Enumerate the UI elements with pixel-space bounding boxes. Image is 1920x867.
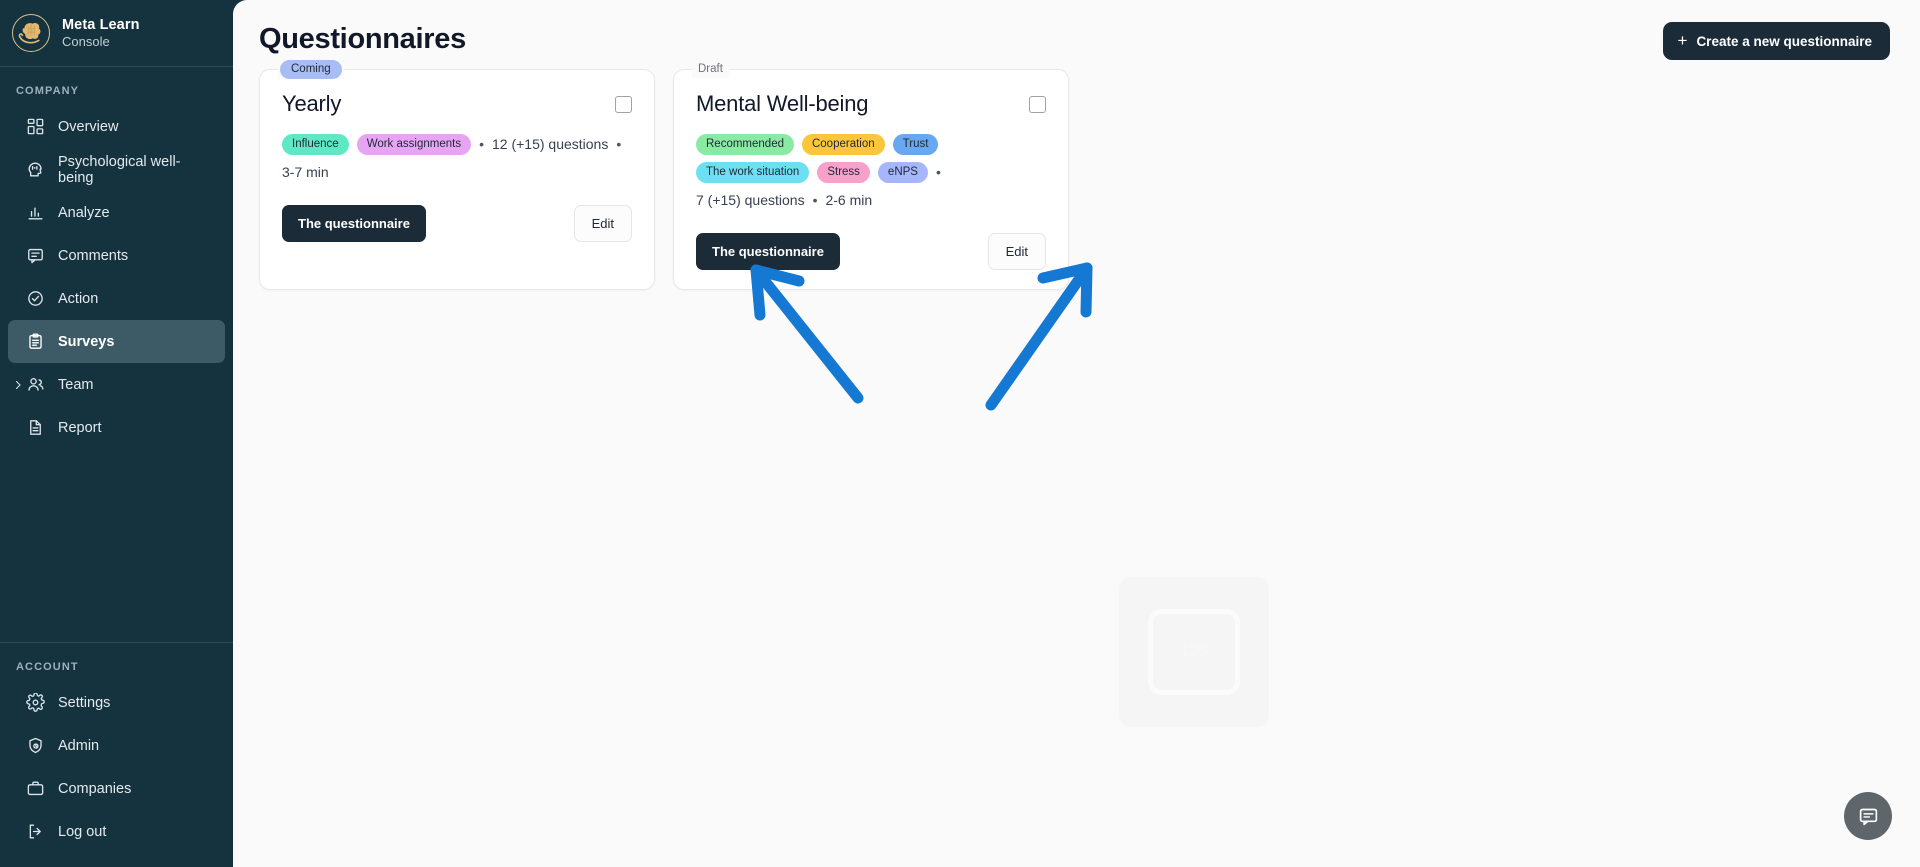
sidebar-section-account: ACCOUNT <box>16 661 79 673</box>
card-status-badge: Coming <box>280 60 342 79</box>
brand-header[interactable]: Meta Learn Console <box>0 0 233 66</box>
card-tag: Trust <box>892 134 939 156</box>
card-select-checkbox[interactable] <box>615 96 632 113</box>
card-actions: The questionnaire Edit <box>282 205 632 243</box>
shield-user-icon <box>25 736 45 756</box>
sidebar-item-report-label: Report <box>58 419 102 436</box>
sidebar-account-section: ACCOUNT Settings Admin Companies Log out <box>0 643 233 867</box>
sidebar-item-settings-label: Settings <box>58 694 111 711</box>
card-tag: Work assignments <box>356 134 472 156</box>
brand-subtitle: Console <box>62 33 110 49</box>
card-header: Yearly <box>282 91 632 116</box>
open-questionnaire-button[interactable]: The questionnaire <box>696 233 840 271</box>
comment-icon <box>25 246 45 266</box>
main-content: Questionnaires + Create a new questionna… <box>233 0 1920 867</box>
card-duration: 2-6 min <box>825 192 873 209</box>
card-meta: Recommended Cooperation Trust The work situ… <box>696 134 1046 211</box>
questionnaire-card-yearly: Coming Yearly Influence Work assignments … <box>259 60 655 291</box>
sidebar-nav-account: Settings Admin Companies Log out <box>0 681 233 853</box>
questionnaire-card-list: Coming Yearly Influence Work assignments … <box>233 60 1920 291</box>
logout-icon <box>25 822 45 842</box>
sidebar-item-settings[interactable]: Settings <box>8 681 225 724</box>
sidebar-item-log-out-label: Log out <box>58 823 107 840</box>
placeholder-text: 125 <box>1180 643 1208 660</box>
brain-in-hand-logo <box>12 14 50 52</box>
card-title: Mental Well-being <box>696 91 869 116</box>
card-duration: 3-7 min <box>282 164 329 181</box>
sidebar: Meta Learn Console COMPANY Overview Psyc… <box>0 0 233 867</box>
meta-separator: • <box>935 164 941 181</box>
sidebar-item-comments-label: Comments <box>58 247 129 264</box>
sidebar-item-comments[interactable]: Comments <box>8 234 225 277</box>
card-legend: Draft <box>692 60 729 78</box>
sidebar-section-company: COMPANY <box>16 85 80 97</box>
sidebar-item-team[interactable]: Team <box>8 363 225 406</box>
image-placeholder-watermark: 125 <box>1119 577 1269 727</box>
sidebar-item-analyze-label: Analyze <box>58 204 110 221</box>
sidebar-item-overview[interactable]: Overview <box>8 105 225 148</box>
card-tag: Influence <box>282 134 349 156</box>
card-tag: eNPS <box>877 162 928 184</box>
card-tag: The work situation <box>696 162 810 184</box>
open-questionnaire-button[interactable]: The questionnaire <box>282 205 426 243</box>
sidebar-item-psychological-well-being-label: Psychological well-being <box>58 153 181 186</box>
card-select-checkbox[interactable] <box>1029 96 1046 113</box>
brand-name: Meta Learn <box>62 16 140 33</box>
document-icon <box>25 418 45 438</box>
gear-icon <box>25 693 45 713</box>
edit-questionnaire-button[interactable]: Edit <box>987 233 1046 271</box>
card-header: Mental Well-being <box>696 91 1046 116</box>
edit-questionnaire-button[interactable]: Edit <box>573 205 632 243</box>
card-actions: The questionnaire Edit <box>696 233 1046 271</box>
check-circle-icon <box>25 289 45 309</box>
users-icon <box>25 375 45 395</box>
sidebar-item-log-out[interactable]: Log out <box>8 810 225 853</box>
sidebar-item-overview-label: Overview <box>58 118 119 135</box>
chevron-right-icon[interactable] <box>11 378 25 392</box>
card-meta: Influence Work assignments • 12 (+15) que… <box>282 134 632 183</box>
sidebar-item-action-label: Action <box>58 290 99 307</box>
sidebar-item-surveys[interactable]: Surveys <box>8 320 225 363</box>
page-toolbar: Questionnaires + Create a new questionna… <box>233 0 1920 60</box>
head-mind-icon <box>25 160 45 180</box>
bar-chart-icon <box>25 203 45 223</box>
sidebar-item-team-label: Team <box>58 376 94 393</box>
card-tag: Cooperation <box>801 134 885 156</box>
grid-icon <box>25 117 45 137</box>
card-status-badge: Draft <box>698 63 723 75</box>
card-tag: Stress <box>817 162 870 184</box>
page-title: Questionnaires <box>259 23 466 55</box>
clipboard-icon <box>25 332 45 352</box>
card-question-count: 12 (+15) questions <box>491 136 609 153</box>
sidebar-nav-company: Overview Psychological well-being Analyz… <box>0 105 233 449</box>
card-tag: Recommended <box>696 134 794 156</box>
sidebar-item-companies-label: Companies <box>58 780 132 797</box>
meta-separator: • <box>812 192 818 209</box>
card-question-count: 7 (+15) questions <box>696 192 805 209</box>
meta-separator: • <box>479 136 484 153</box>
sidebar-item-action[interactable]: Action <box>8 277 225 320</box>
sidebar-item-surveys-label: Surveys <box>58 333 115 350</box>
create-button-label: Create a new questionnaire <box>1696 33 1872 49</box>
card-title: Yearly <box>282 91 342 116</box>
chat-bubble-icon <box>1859 808 1877 825</box>
sidebar-item-admin[interactable]: Admin <box>8 724 225 767</box>
sidebar-item-psychological-well-being[interactable]: Psychological well-being <box>8 148 225 191</box>
briefcase-icon <box>25 779 45 799</box>
sidebar-item-admin-label: Admin <box>58 737 100 754</box>
questionnaire-card-mental-well-being: Draft Mental Well-being Recommended Coope… <box>673 60 1069 291</box>
sidebar-item-report[interactable]: Report <box>8 406 225 449</box>
card-legend: Coming <box>278 60 344 79</box>
sidebar-item-analyze[interactable]: Analyze <box>8 191 225 234</box>
sidebar-item-companies[interactable]: Companies <box>8 767 225 810</box>
chat-bubble-fab[interactable] <box>1844 792 1892 840</box>
create-new-questionnaire-button[interactable]: + Create a new questionnaire <box>1662 22 1890 60</box>
plus-icon: + <box>1677 31 1688 50</box>
meta-separator: • <box>616 136 622 153</box>
